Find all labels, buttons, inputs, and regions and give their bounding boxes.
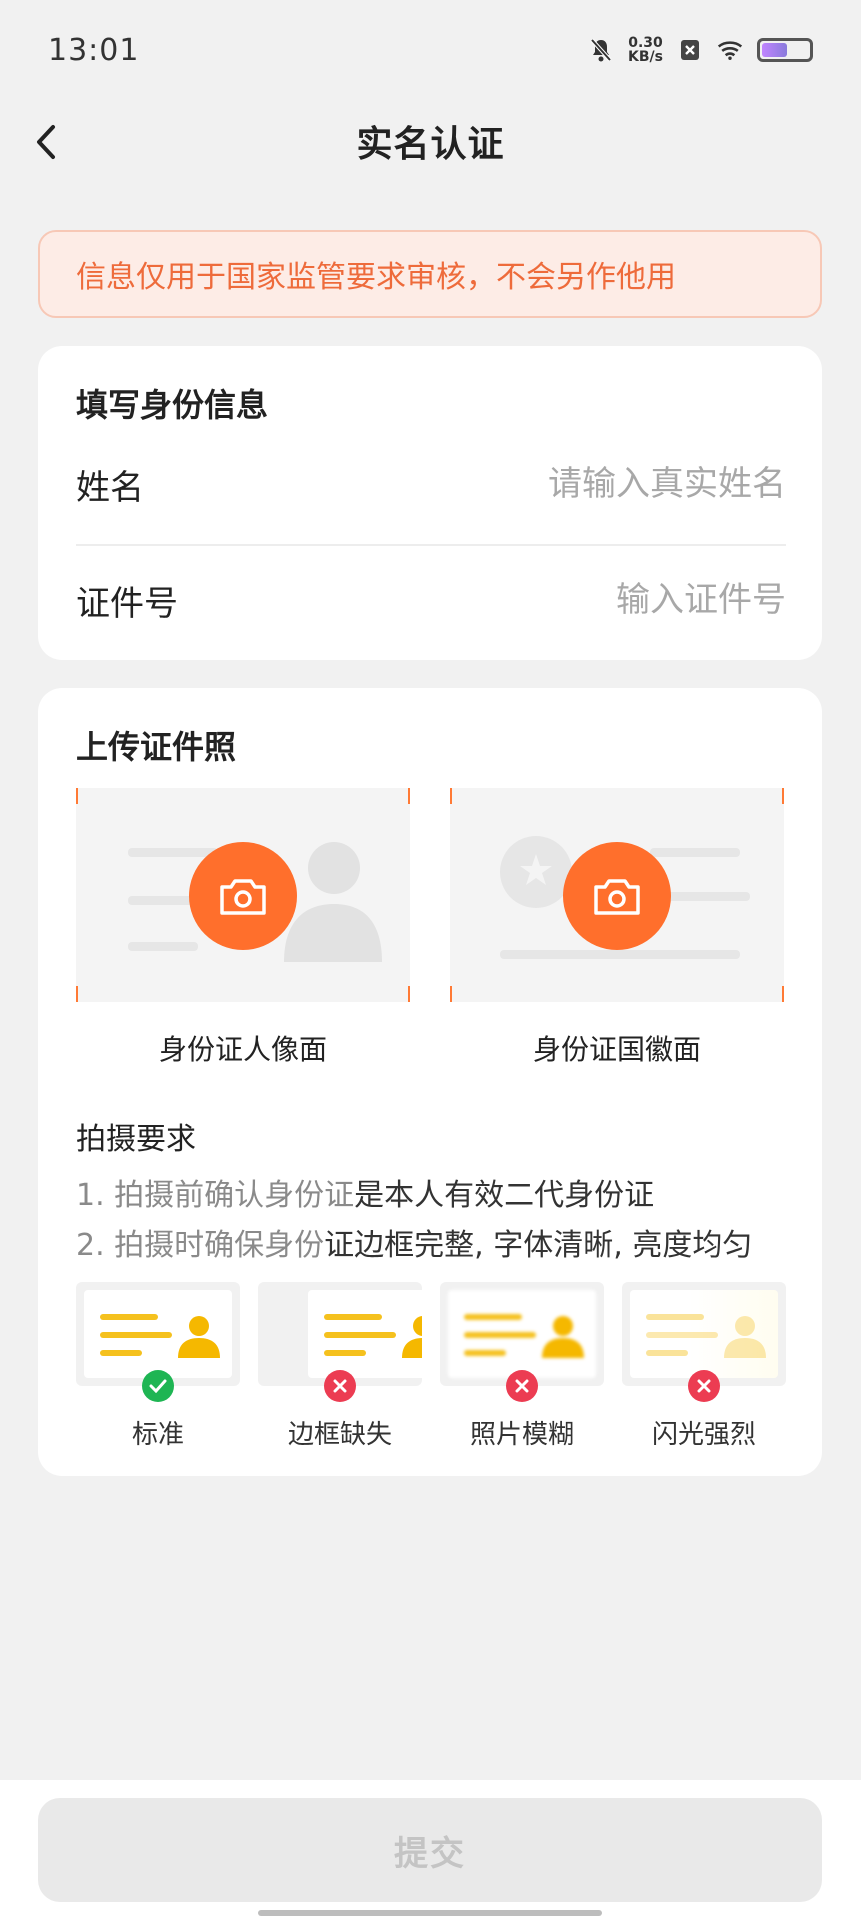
sample-label-blurry: 照片模糊: [469, 1420, 574, 1450]
cross-icon: [324, 1370, 356, 1402]
upload-front-box[interactable]: [76, 788, 410, 1002]
front-caption: 身份证人像面: [158, 1033, 327, 1066]
home-indicator[interactable]: [258, 1910, 602, 1916]
requirement-2-main: 证边框完整, 字体清晰, 亮度均匀: [324, 1228, 753, 1263]
requirement-1: 1. 拍摄前确认身份证是本人有效二代身份证: [76, 1170, 654, 1214]
wifi-icon: [717, 37, 743, 63]
requirement-1-main: 是本人有效二代身份证: [354, 1178, 655, 1213]
upload-back-box[interactable]: [450, 788, 784, 1002]
net-speed: 0.30 KB/s: [628, 36, 663, 64]
nav-bar: 实名认证: [0, 100, 861, 182]
identity-section-title: 填写身份信息: [76, 386, 269, 424]
net-speed-value: 0.30: [628, 35, 663, 51]
camera-icon: [594, 879, 640, 915]
identity-info-card: 填写身份信息 姓名 证件号: [38, 346, 822, 660]
status-bar: 13:01 0.30 KB/s: [0, 0, 861, 100]
back-caption: 身份证国徽面: [532, 1033, 701, 1066]
id-number-label: 证件号: [76, 583, 178, 624]
camera-button-back[interactable]: [563, 842, 671, 950]
sample-label-standard: 标准: [131, 1420, 184, 1450]
close-box-icon: [677, 37, 703, 63]
name-row: 姓名: [76, 454, 786, 514]
privacy-notice: 信息仅用于国家监管要求审核，不会另作他用: [38, 230, 822, 318]
camera-icon: [220, 879, 266, 915]
person-icon: [542, 1316, 584, 1358]
upload-section-title: 上传证件照: [76, 728, 237, 766]
battery-level: [762, 43, 788, 57]
requirement-1-muted: 1. 拍摄前确认身份证: [76, 1178, 355, 1213]
cross-icon: [506, 1370, 538, 1402]
person-icon: [402, 1316, 422, 1358]
page-title: 实名认证: [356, 124, 505, 165]
name-label: 姓名: [76, 467, 144, 508]
privacy-notice-text: 信息仅用于国家监管要求审核，不会另作他用: [76, 260, 676, 295]
mute-icon: [588, 37, 614, 63]
status-icons: 0.30 KB/s: [588, 36, 813, 64]
camera-button-front[interactable]: [189, 842, 297, 950]
requirements-title: 拍摄要求: [76, 1122, 196, 1157]
sample-label-missing-border: 边框缺失: [287, 1420, 392, 1450]
sample-label-glare: 闪光强烈: [651, 1420, 756, 1450]
net-speed-unit: KB/s: [628, 49, 663, 65]
requirement-2: 2. 拍摄时确保身份证边框完整, 字体清晰, 亮度均匀: [76, 1220, 752, 1264]
name-input[interactable]: [366, 464, 786, 504]
upload-card: 上传证件照 身份证人像面 身份证国徽面 拍摄要求 1. 拍摄前确认身份证是本人有…: [38, 688, 822, 1476]
submit-button[interactable]: 提交: [38, 1798, 822, 1902]
id-number-input[interactable]: [366, 580, 786, 620]
status-time: 13:01: [48, 32, 140, 68]
back-button[interactable]: [22, 118, 70, 166]
cross-icon: [688, 1370, 720, 1402]
check-icon: [142, 1370, 174, 1402]
id-number-row: 证件号: [76, 570, 786, 630]
person-icon: [724, 1316, 766, 1358]
chevron-left-icon: [37, 125, 55, 159]
bottom-bar: 提交: [0, 1780, 861, 1920]
requirement-2-muted: 2. 拍摄时确保身份: [76, 1228, 325, 1263]
battery-icon: [757, 38, 813, 62]
person-icon: [178, 1316, 220, 1358]
divider: [76, 544, 786, 546]
